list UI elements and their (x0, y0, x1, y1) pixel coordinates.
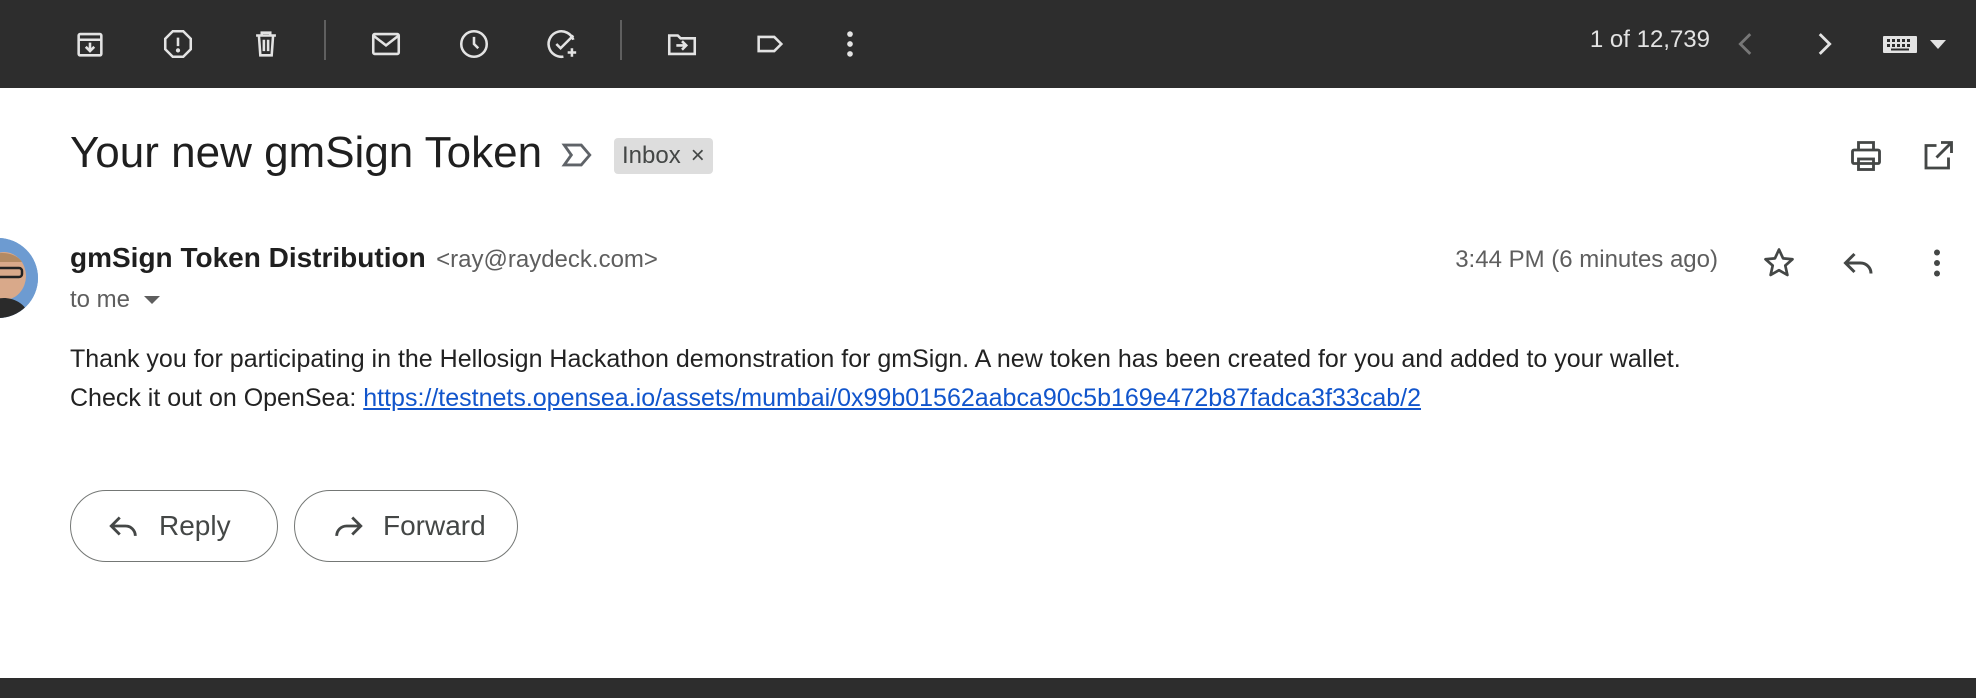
snooze-icon[interactable] (446, 16, 502, 72)
forward-button[interactable]: Forward (294, 490, 518, 562)
forward-button-label: Forward (383, 510, 486, 541)
chevron-right-icon[interactable] (1796, 16, 1852, 72)
star-icon[interactable] (1756, 240, 1802, 286)
mark-unread-icon[interactable] (358, 16, 414, 72)
sender-email: <ray@raydeck.com> (436, 246, 658, 273)
toolbar-divider (324, 20, 326, 60)
more-vert-icon[interactable] (1914, 240, 1960, 286)
pager-count: 1 of 12,739 (1589, 26, 1710, 53)
reply-icon[interactable] (1836, 240, 1882, 286)
reply-button[interactable]: Reply (70, 490, 278, 562)
chevron-down-icon (1930, 39, 1946, 49)
forward-icon (335, 516, 363, 537)
email-subject: Your new gmSign Token (70, 128, 543, 177)
reply-icon (109, 516, 137, 537)
report-spam-icon[interactable] (150, 16, 206, 72)
reply-button-label: Reply (159, 510, 231, 541)
toolbar: 1 of 12,739 (0, 0, 1976, 88)
keyboard-icon[interactable] (1876, 22, 1952, 66)
body-paragraph: Thank you for participating in the Hello… (70, 345, 1681, 373)
more-vert-icon[interactable] (822, 16, 878, 72)
body-paragraph: Check it out on OpenSea: https://testnet… (70, 379, 1681, 418)
chevron-left-icon[interactable] (1718, 16, 1774, 72)
avatar[interactable] (0, 238, 38, 318)
label-icon[interactable] (742, 16, 798, 72)
move-to-icon[interactable] (654, 16, 710, 72)
recipient-toggle[interactable]: to me (70, 286, 161, 314)
opensea-link[interactable]: https://testnets.opensea.io/assets/mumba… (363, 384, 1421, 412)
recipient-label: to me (70, 286, 131, 313)
label-chip-text: Inbox (622, 142, 681, 169)
add-task-icon[interactable] (534, 16, 590, 72)
open-in-new-window-icon[interactable] (1918, 136, 1958, 176)
toolbar-divider (620, 20, 622, 60)
chevron-down-icon (144, 296, 161, 304)
print-icon[interactable] (1846, 136, 1886, 176)
sender-line: gmSign Token Distribution <ray@raydeck.c… (70, 242, 658, 274)
bottom-bar (0, 678, 1976, 698)
label-chip-inbox: Inbox × (614, 138, 713, 174)
remove-label-button[interactable]: × (691, 142, 705, 170)
importance-marker-icon[interactable] (560, 138, 594, 172)
sender-name[interactable]: gmSign Token Distribution (70, 242, 426, 273)
archive-icon[interactable] (62, 16, 118, 72)
delete-icon[interactable] (238, 16, 294, 72)
email-body: Thank you for participating in the Hello… (70, 340, 1681, 418)
body-link-prefix: Check it out on OpenSea: (70, 384, 364, 412)
timestamp: 3:44 PM (6 minutes ago) (1455, 246, 1718, 273)
